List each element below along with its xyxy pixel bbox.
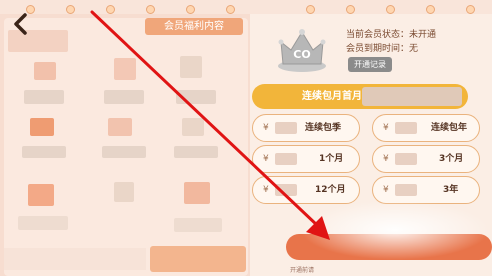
blurred-benefit (34, 62, 56, 80)
plan-label: 连续包年 (431, 123, 468, 133)
glare-overlay (300, 200, 490, 260)
plan-continuous-year[interactable]: ¥ 连续包年 (372, 114, 480, 142)
plan-continuous-season[interactable]: ¥ 连续包季 (252, 114, 360, 142)
history-button[interactable]: 开通记录 (348, 57, 392, 72)
badge-text: CO (293, 48, 310, 61)
plan-three-months[interactable]: ¥ 3个月 (372, 145, 480, 173)
chevron-left-icon (14, 13, 27, 35)
plan-one-month[interactable]: ¥ 1个月 (252, 145, 360, 173)
expiry-value: 无 (409, 44, 419, 54)
decor-stud (306, 5, 315, 14)
decor-stud (346, 5, 355, 14)
blurred-price (275, 122, 297, 134)
blurred-price (395, 153, 417, 165)
blurred-benefit (114, 182, 134, 202)
decor-stud (386, 5, 395, 14)
benefits-panel (4, 18, 248, 276)
blurred-benefit (184, 182, 210, 204)
currency-label: ¥ (263, 123, 269, 133)
back-button[interactable] (10, 12, 32, 36)
plan-label: 3个月 (439, 154, 464, 164)
plan-first-month-label: 连续包月首月 (302, 91, 362, 102)
blurred-benefit (30, 118, 54, 136)
blurred-benefit (104, 90, 144, 104)
blurred-benefit (18, 216, 68, 230)
blurred-price (395, 122, 417, 134)
decor-stud (106, 5, 115, 14)
member-status: 当前会员状态：未开通 (346, 27, 436, 40)
blurred-benefit (102, 146, 146, 158)
blurred-benefit (24, 90, 64, 104)
member-expiry: 会员到期时间：无 (346, 41, 418, 54)
decor-stud (466, 5, 475, 14)
currency-label: ¥ (263, 185, 269, 195)
currency-label: ¥ (383, 123, 389, 133)
pay-agreement-note: 开通前请 (290, 267, 315, 274)
blurred-footer-button[interactable] (150, 246, 246, 272)
crown-badge-icon: CO (278, 29, 326, 72)
blurred-benefit (114, 58, 136, 80)
expiry-label: 会员到期时间： (346, 44, 410, 54)
blurred-price (395, 184, 417, 196)
member-status-label: 当前会员状态： (346, 30, 410, 40)
decor-stud (146, 5, 155, 14)
decor-stud (66, 5, 75, 14)
blurred-benefit (174, 218, 222, 232)
blurred-price (275, 153, 297, 165)
plan-label: 1个月 (319, 154, 344, 164)
blurred-benefit (182, 118, 204, 136)
blurred-price (275, 184, 297, 196)
blurred-price (362, 87, 462, 106)
currency-label: ¥ (263, 154, 269, 164)
currency-label: ¥ (383, 154, 389, 164)
decor-stud (226, 5, 235, 14)
blurred-benefit (174, 146, 218, 158)
blurred-benefit (22, 146, 66, 158)
benefits-tab-title: 会员福利内容 (145, 18, 243, 35)
decor-stud (186, 5, 195, 14)
plan-first-month-button[interactable]: 连续包月首月 (252, 84, 468, 109)
blurred-benefit (108, 118, 132, 136)
blurred-benefit (176, 90, 216, 104)
plan-label: 连续包季 (305, 123, 342, 133)
blurred-benefit (28, 184, 54, 206)
top-decor-bar (0, 0, 492, 14)
member-status-value: 未开通 (409, 30, 437, 40)
blurred-benefit (180, 56, 202, 78)
blurred-footer (4, 248, 146, 270)
decor-stud (426, 5, 435, 14)
